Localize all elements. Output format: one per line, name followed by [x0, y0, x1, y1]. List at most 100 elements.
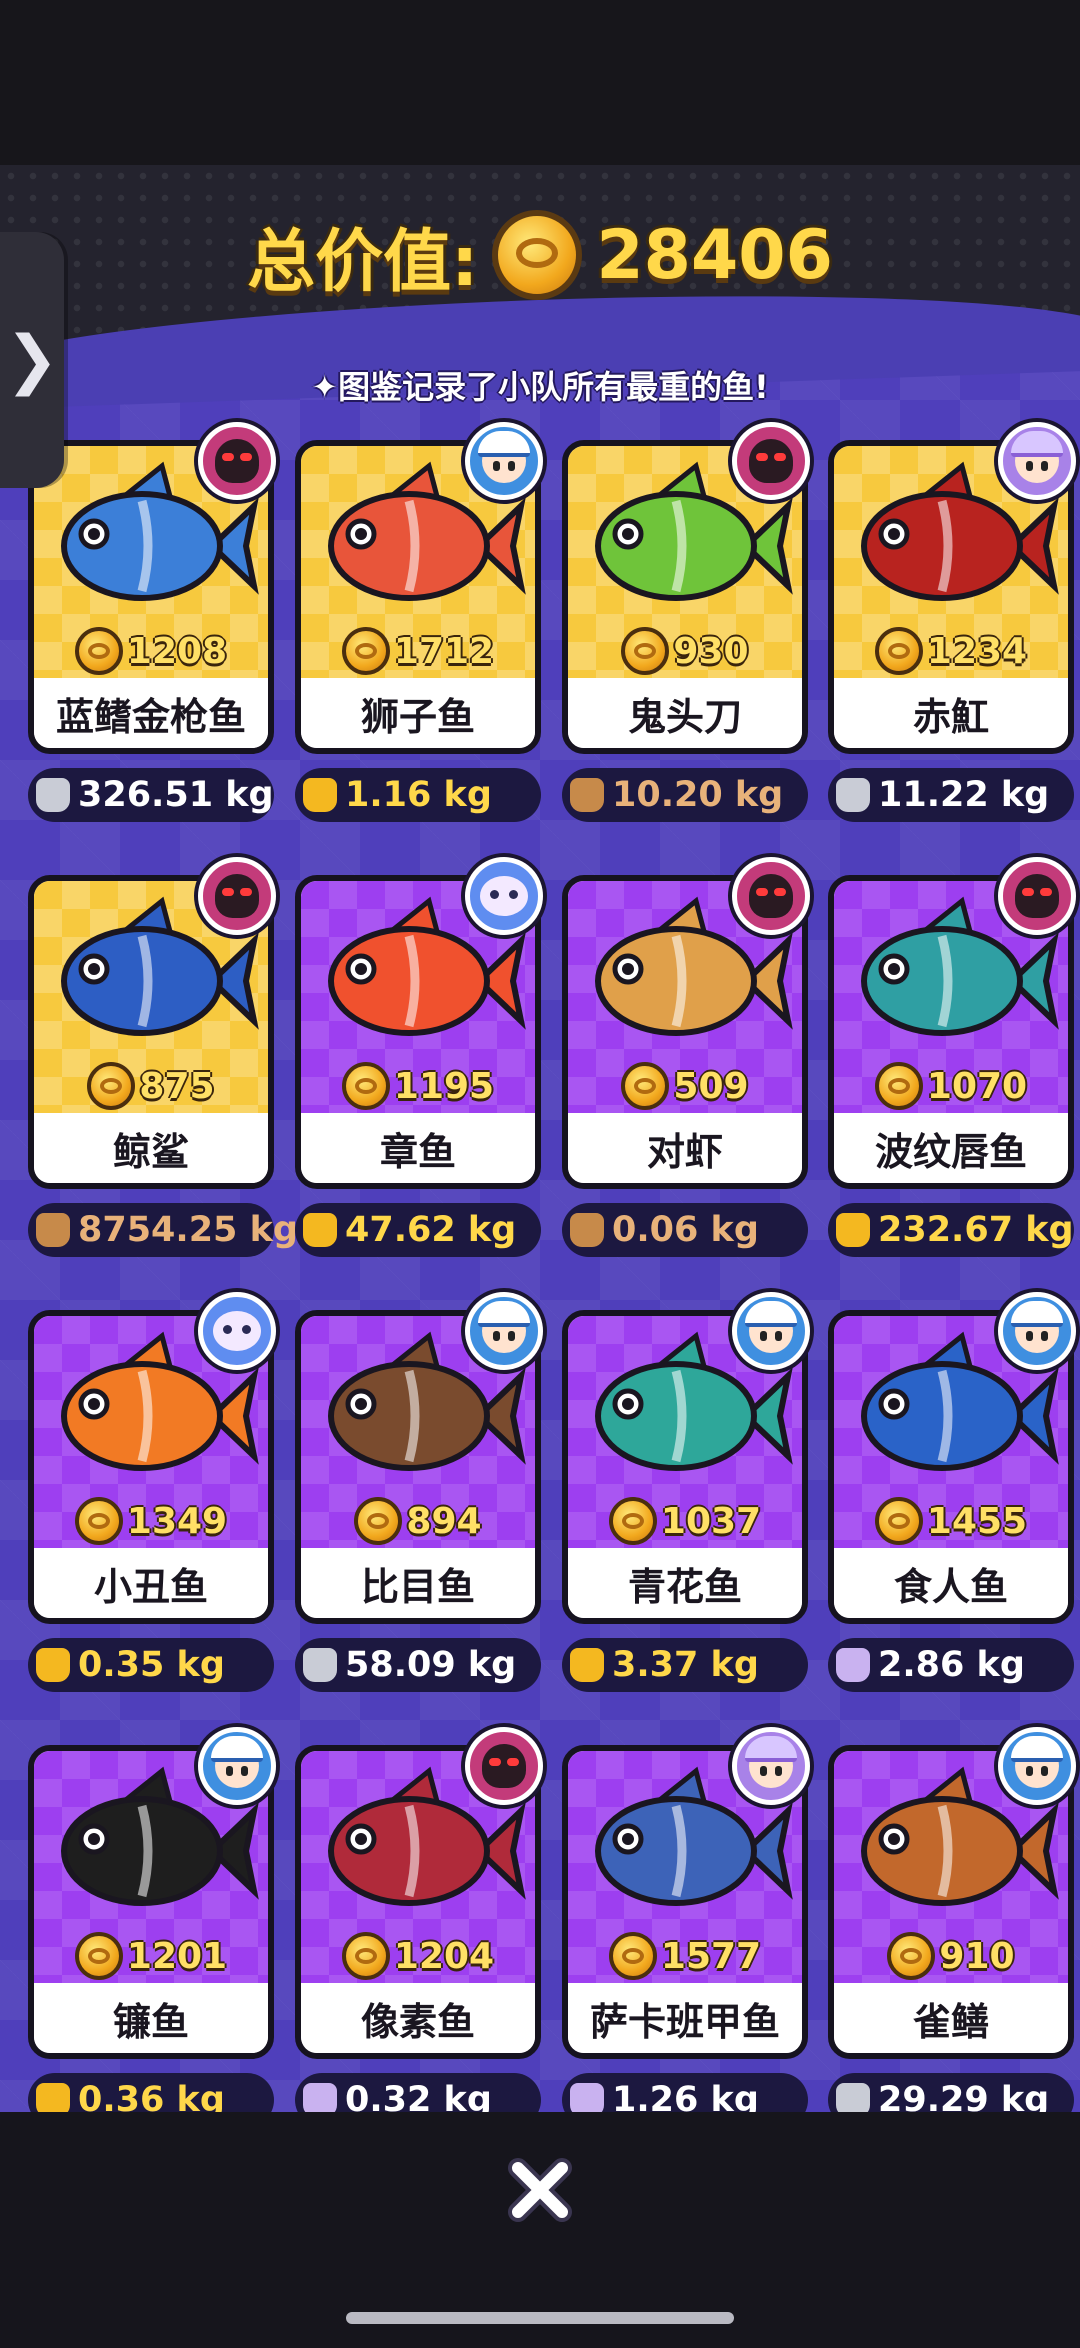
fish-name: 雀鳝 — [834, 1983, 1068, 2053]
fish-weight: 232.67 kg — [828, 1203, 1074, 1257]
fish-weight-value: 232.67 kg — [878, 1210, 1074, 1250]
avatar-face — [1011, 431, 1063, 483]
fish-weight: 0.35 kg — [28, 1638, 274, 1692]
avatar-face — [749, 439, 793, 483]
fish-price-value: 509 — [673, 1065, 749, 1107]
fish-price: 1349 — [34, 1494, 268, 1548]
fish-weight: 0.36 kg — [28, 2073, 274, 2112]
owner-avatar[interactable] — [732, 1292, 810, 1370]
owner-avatar[interactable] — [998, 422, 1076, 500]
avatar-face — [1011, 1301, 1063, 1353]
fish-weight-value: 0.06 kg — [612, 1210, 759, 1250]
fish-price-value: 1204 — [393, 1935, 495, 1977]
avatar-face — [478, 431, 530, 483]
fish-weight-value: 3.37 kg — [612, 1645, 759, 1685]
fish-weight-value: 11.22 kg — [878, 775, 1050, 815]
fish-price-value: 930 — [673, 630, 749, 672]
owner-avatar[interactable] — [998, 1727, 1076, 1805]
coin-icon — [341, 1062, 390, 1110]
avatar-face — [745, 1736, 797, 1788]
fish-name: 章鱼 — [301, 1113, 535, 1183]
collection-note: ✦图鉴记录了小队所有最重的鱼! — [311, 368, 769, 406]
owner-avatar[interactable] — [465, 1292, 543, 1370]
fish-weight-value: 0.36 kg — [78, 2080, 225, 2112]
fish-name: 狮子鱼 — [301, 678, 535, 748]
owner-avatar[interactable] — [198, 422, 276, 500]
coin-icon — [874, 627, 923, 675]
fish-price-value: 875 — [139, 1065, 215, 1107]
fish-weight: 1.16 kg — [295, 768, 541, 822]
weight-icon — [36, 1648, 70, 1682]
fish-price-value: 1234 — [926, 630, 1028, 672]
coin-icon — [74, 1497, 123, 1545]
status-bar-area — [0, 0, 1080, 165]
avatar-face — [215, 874, 259, 918]
weight-icon — [570, 1648, 604, 1682]
coin-icon — [874, 1497, 923, 1545]
fish-name: 镰鱼 — [34, 1983, 268, 2053]
weight-icon — [303, 778, 337, 812]
coin-icon — [87, 1062, 136, 1110]
weight-icon — [303, 1648, 337, 1682]
owner-avatar[interactable] — [198, 1292, 276, 1370]
weight-icon — [836, 1213, 870, 1247]
fish-weight: 29.29 kg — [828, 2073, 1074, 2112]
owner-avatar[interactable] — [465, 1727, 543, 1805]
fish-weight: 10.20 kg — [562, 768, 808, 822]
fish-price: 930 — [568, 624, 802, 678]
owner-avatar[interactable] — [465, 422, 543, 500]
coin-icon — [74, 627, 123, 675]
total-value-amount: 28406 — [596, 215, 833, 295]
avatar-face — [482, 1744, 526, 1788]
avatar-face — [1015, 874, 1059, 918]
fish-name: 赤魟 — [834, 678, 1068, 748]
fish-price: 509 — [568, 1059, 802, 1113]
owner-avatar[interactable] — [198, 1727, 276, 1805]
coin-icon — [341, 627, 390, 675]
fish-weight-value: 1.26 kg — [612, 2080, 759, 2112]
fish-price-value: 1201 — [126, 1935, 228, 1977]
weight-icon — [570, 778, 604, 812]
weight-icon — [836, 1648, 870, 1682]
owner-avatar[interactable] — [998, 857, 1076, 935]
fish-name: 像素鱼 — [301, 1983, 535, 2053]
weight-icon — [303, 2083, 337, 2112]
fish-price: 1455 — [834, 1494, 1068, 1548]
fish-price: 1195 — [301, 1059, 535, 1113]
avatar-face — [478, 1301, 530, 1353]
side-expand-tab[interactable]: ❯ — [0, 232, 64, 488]
fish-weight-value: 58.09 kg — [345, 1645, 517, 1685]
avatar-face — [749, 874, 793, 918]
total-value-label: 总价值: — [247, 222, 479, 302]
fish-collection-grid[interactable]: 1208 蓝鳍金枪鱼 326.51 kg 1712 狮子鱼 1.16 kg 930 鬼头刀 10… — [0, 340, 1080, 2112]
fish-price: 1037 — [568, 1494, 802, 1548]
fish-weight-value: 0.32 kg — [345, 2080, 492, 2112]
owner-avatar[interactable] — [198, 857, 276, 935]
fish-price: 1208 — [34, 624, 268, 678]
fish-weight-value: 1.16 kg — [345, 775, 492, 815]
coin-icon — [608, 1932, 657, 1980]
owner-avatar[interactable] — [732, 1727, 810, 1805]
owner-avatar[interactable] — [998, 1292, 1076, 1370]
fish-price: 1234 — [834, 624, 1068, 678]
fish-name: 鬼头刀 — [568, 678, 802, 748]
close-button[interactable] — [500, 2150, 580, 2230]
fish-name: 蓝鳍金枪鱼 — [34, 678, 268, 748]
fish-price-value: 1577 — [660, 1935, 762, 1977]
coin-icon — [354, 1497, 403, 1545]
fish-weight-value: 10.20 kg — [612, 775, 784, 815]
weight-icon — [570, 2083, 604, 2112]
fish-weight-value: 2.86 kg — [878, 1645, 1025, 1685]
owner-avatar[interactable] — [465, 857, 543, 935]
coin-icon — [74, 1932, 123, 1980]
fish-price: 1712 — [301, 624, 535, 678]
avatar-face — [1011, 1736, 1063, 1788]
fish-weight: 58.09 kg — [295, 1638, 541, 1692]
fish-price-value: 910 — [939, 1935, 1015, 1977]
owner-avatar[interactable] — [732, 422, 810, 500]
chevron-right-icon: ❯ — [5, 323, 59, 397]
coin-icon — [621, 627, 670, 675]
owner-avatar[interactable] — [732, 857, 810, 935]
fish-name: 比目鱼 — [301, 1548, 535, 1618]
fish-weight: 326.51 kg — [28, 768, 274, 822]
